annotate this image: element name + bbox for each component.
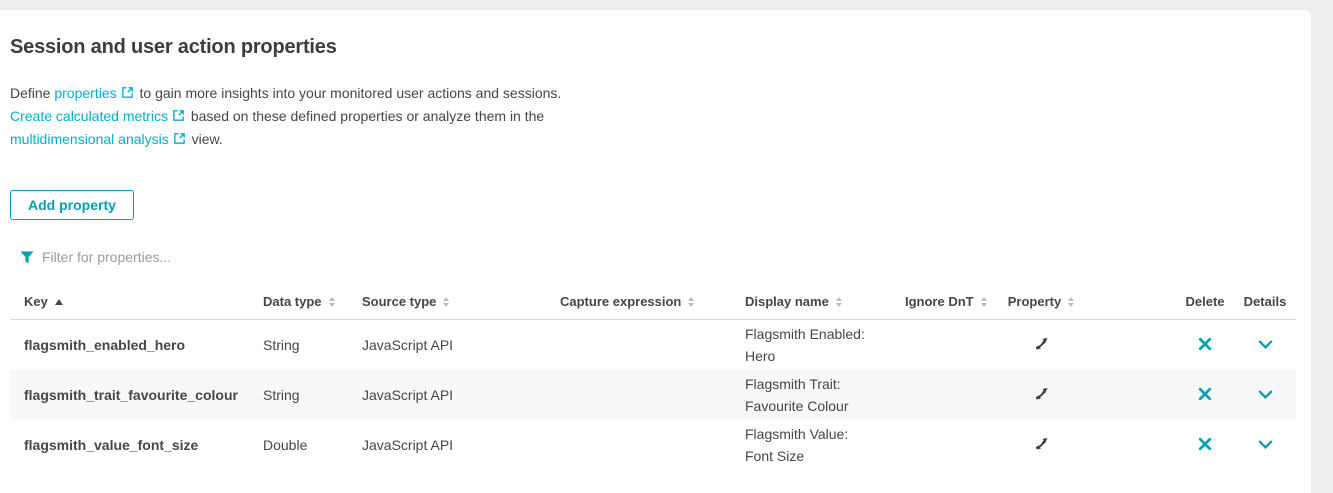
details-expand-button[interactable]: [1256, 336, 1275, 355]
property-display-name: Flagsmith Enabled: Hero: [745, 323, 877, 367]
delete-button[interactable]: [1196, 335, 1214, 356]
property-data-type: String: [263, 337, 300, 353]
property-data-type: String: [263, 387, 300, 403]
table-header-row: Key Data type Source type Capture expres…: [10, 294, 1296, 320]
property-display-name: Flagsmith Trait: Favourite Colour: [745, 373, 877, 417]
table-body: flagsmith_enabled_hero String JavaScript…: [10, 320, 1296, 470]
multidimensional-analysis-link[interactable]: multidimensional analysis: [10, 131, 169, 147]
column-header-display-name[interactable]: Display name: [731, 294, 891, 309]
intro-line1-pre: Define: [10, 85, 54, 101]
session-property-arrows-icon: [1033, 436, 1050, 455]
sort-icon: [836, 297, 842, 307]
sort-icon: [688, 297, 694, 307]
properties-table: Key Data type Source type Capture expres…: [10, 294, 1296, 470]
column-header-capture-expression[interactable]: Capture expression: [546, 294, 731, 309]
create-calculated-metrics-link[interactable]: Create calculated metrics: [10, 108, 168, 124]
property-display-name: Flagsmith Value: Font Size: [745, 423, 877, 467]
property-key: flagsmith_trait_favourite_colour: [24, 387, 238, 403]
property-data-type: Double: [263, 437, 307, 453]
intro-line2-post: based on these defined properties or ana…: [187, 108, 544, 124]
table-row: flagsmith_trait_favourite_colour String …: [10, 370, 1296, 420]
column-header-source-type[interactable]: Source type: [348, 294, 546, 309]
external-link-icon: [173, 129, 186, 151]
session-property-arrows-icon: [1033, 336, 1050, 355]
external-link-icon: [121, 83, 134, 105]
table-row: flagsmith_value_font_size Double JavaScr…: [10, 420, 1296, 470]
details-expand-button[interactable]: [1256, 386, 1275, 405]
chevron-down-icon: [1258, 438, 1273, 453]
intro-line1-post: to gain more insights into your monitore…: [136, 85, 562, 101]
add-property-button[interactable]: Add property: [10, 190, 134, 220]
intro-text: Define properties to gain more insights …: [10, 82, 1311, 151]
property-source-type: JavaScript API: [362, 387, 453, 403]
chevron-down-icon: [1258, 338, 1273, 353]
column-header-ignore-dnt[interactable]: Ignore DnT: [891, 294, 991, 309]
sort-icon: [981, 297, 987, 307]
delete-button[interactable]: [1196, 385, 1214, 406]
column-header-data-type[interactable]: Data type: [249, 294, 348, 309]
intro-line3-post: view.: [188, 131, 223, 147]
session-property-arrows-icon: [1033, 386, 1050, 405]
properties-link[interactable]: properties: [54, 85, 116, 101]
settings-card: Session and user action properties Defin…: [0, 10, 1311, 493]
column-header-delete: Delete: [1176, 294, 1234, 309]
delete-x-icon: [1198, 337, 1212, 354]
column-header-details: Details: [1234, 294, 1296, 309]
delete-x-icon: [1198, 437, 1212, 454]
sort-icon: [1068, 297, 1074, 307]
chevron-down-icon: [1258, 388, 1273, 403]
sort-ascending-icon: [55, 299, 63, 305]
column-header-key[interactable]: Key: [10, 294, 249, 309]
filter-funnel-icon: [20, 251, 34, 264]
property-key: flagsmith_enabled_hero: [24, 337, 185, 353]
delete-button[interactable]: [1196, 435, 1214, 456]
sort-icon: [329, 297, 335, 307]
column-header-property[interactable]: Property: [991, 294, 1091, 309]
property-key: flagsmith_value_font_size: [24, 437, 198, 453]
page-title: Session and user action properties: [10, 36, 1311, 59]
filter-properties-input[interactable]: [42, 249, 362, 265]
external-link-icon: [172, 106, 185, 128]
property-source-type: JavaScript API: [362, 337, 453, 353]
filter-field[interactable]: [20, 249, 1311, 265]
property-source-type: JavaScript API: [362, 437, 453, 453]
sort-icon: [443, 297, 449, 307]
delete-x-icon: [1198, 387, 1212, 404]
details-expand-button[interactable]: [1256, 436, 1275, 455]
table-row: flagsmith_enabled_hero String JavaScript…: [10, 320, 1296, 370]
